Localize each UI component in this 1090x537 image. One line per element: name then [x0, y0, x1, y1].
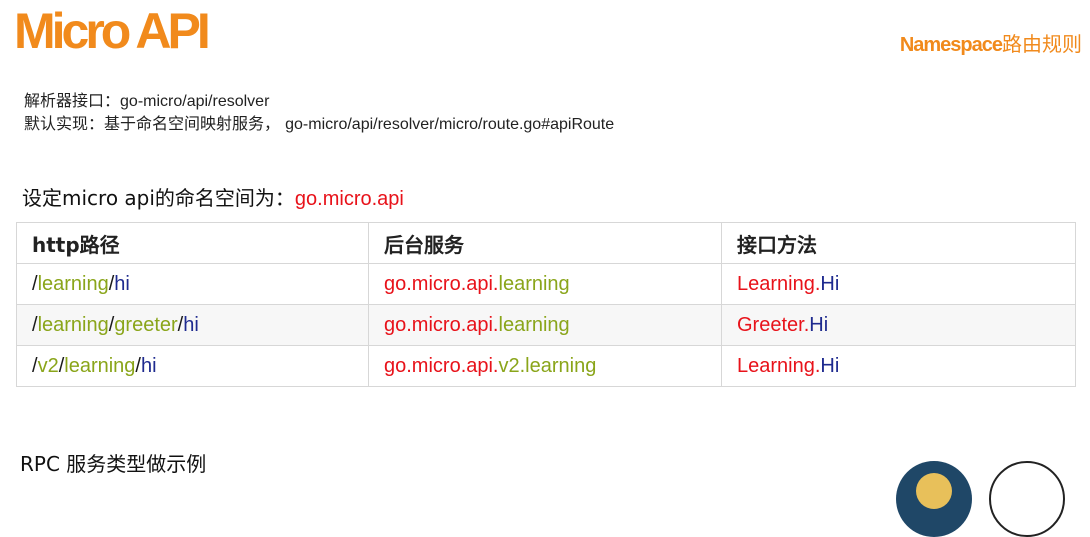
- slide-topic: Namespace路由规则: [900, 28, 1082, 57]
- text-segment: learning: [37, 313, 109, 336]
- cell-http-path: /learning/greeter/hi: [16, 304, 369, 346]
- cell-interface-method: Learning.Hi: [721, 345, 1076, 387]
- text-segment: learning: [498, 272, 570, 295]
- cell-http-path: /v2/learning/hi: [16, 345, 369, 387]
- table-header-row: http路径 后台服务 接口方法: [16, 222, 1076, 264]
- text-segment: learning: [498, 313, 570, 336]
- header-backend-service: 后台服务: [368, 222, 722, 264]
- cell-interface-method: Greeter.Hi: [721, 304, 1076, 346]
- text-segment: go.micro.api.: [384, 354, 499, 377]
- text-segment: learning: [64, 354, 136, 377]
- cell-backend-service: go.micro.api.learning: [368, 263, 722, 305]
- second-avatar: [989, 461, 1065, 537]
- avatar-face: [916, 473, 952, 509]
- resolver-default-label: 默认实现：基于命名空间映射服务，: [24, 114, 281, 133]
- resolver-default-line: 默认实现：基于命名空间映射服务， go-micro/api/resolver/m…: [24, 113, 614, 136]
- text-segment: learning: [37, 272, 109, 295]
- topic-en: Namespace: [899, 34, 1003, 56]
- rpc-example-caption: RPC 服务类型做示例: [20, 452, 207, 476]
- namespace-line: 设定micro api的命名空间为：go.micro.api: [22, 182, 404, 211]
- header-http-path: http路径: [16, 222, 369, 264]
- table-row: /learning/hi go.micro.api.learning Learnin…: [16, 263, 1076, 305]
- cell-backend-service: go.micro.api.v2.learning: [368, 345, 722, 387]
- text-segment: go.micro.api.: [384, 272, 499, 295]
- table-row: /learning/greeter/hi go.micro.api.learnin…: [16, 304, 1076, 346]
- text-segment: Hi: [820, 354, 840, 377]
- namespace-value: go.micro.api: [294, 188, 404, 210]
- text-segment: v2: [37, 354, 59, 377]
- topic-zh: 路由规则: [1002, 32, 1082, 56]
- text-segment: hi: [140, 354, 157, 377]
- text-segment: Hi: [809, 313, 829, 336]
- resolver-interface-value: go-micro/api/resolver: [120, 93, 270, 110]
- cell-http-path: /learning/hi: [16, 263, 369, 305]
- text-segment: hi: [183, 313, 199, 336]
- speaker-avatar: [896, 461, 972, 537]
- text-segment: hi: [114, 272, 130, 295]
- text-segment: Greeter.: [737, 313, 810, 336]
- route-mapping-table: http路径 后台服务 接口方法 /learning/hi go.micro.ap…: [16, 222, 1076, 387]
- resolver-description: 解析器接口：go-micro/api/resolver 默认实现：基于命名空间映…: [24, 90, 614, 136]
- table-row: /v2/learning/hi go.micro.api.v2.learning L…: [16, 345, 1076, 387]
- text-segment: Hi: [820, 272, 840, 295]
- text-segment: Learning.: [737, 354, 821, 377]
- namespace-label: 设定micro api的命名空间为：: [22, 186, 295, 210]
- text-segment: Learning.: [737, 272, 821, 295]
- cell-backend-service: go.micro.api.learning: [368, 304, 722, 346]
- resolver-default-value: go-micro/api/resolver/micro/route.go#api…: [285, 116, 615, 133]
- resolver-interface-line: 解析器接口：go-micro/api/resolver: [24, 90, 614, 113]
- text-segment: v2.learning: [498, 354, 597, 377]
- text-segment: go.micro.api.: [384, 313, 499, 336]
- cell-interface-method: Learning.Hi: [721, 263, 1076, 305]
- text-segment: greeter: [114, 313, 178, 336]
- micro-api-logo: Micro API: [14, 3, 211, 59]
- resolver-interface-label: 解析器接口：: [24, 91, 121, 110]
- header-interface-method: 接口方法: [721, 222, 1076, 264]
